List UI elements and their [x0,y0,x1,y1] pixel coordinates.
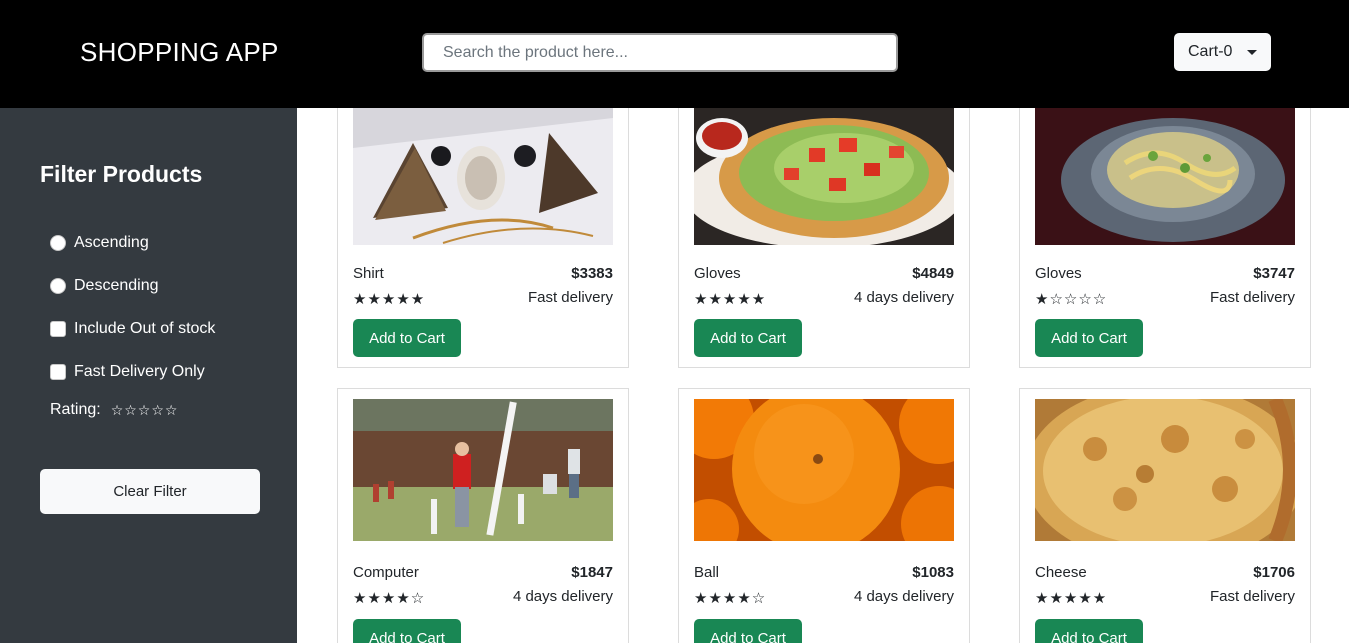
add-to-cart-button[interactable]: Add to Cart [353,319,461,357]
product-card: Cheese $1706 ★★★★★ Fast delivery Add to … [1019,388,1311,643]
rating-filter: Rating: ☆☆☆☆☆ [50,401,178,419]
fast-delivery-option[interactable]: Fast Delivery Only [50,363,205,381]
out-of-stock-checkbox[interactable] [50,321,66,337]
product-image [1035,399,1295,541]
product-price: $3383 [571,265,613,282]
product-image [694,108,954,245]
ascending-label: Ascending [74,234,149,251]
product-name: Computer [353,564,419,581]
descending-label: Descending [74,277,159,294]
product-card: Gloves $4849 ★★★★★ 4 days delivery Add t… [678,108,970,368]
add-to-cart-button[interactable]: Add to Cart [1035,319,1143,357]
add-to-cart-button[interactable]: Add to Cart [1035,619,1143,643]
sort-ascending-option[interactable]: Ascending [50,234,149,252]
product-rating-stars: ★☆☆☆☆ [1035,291,1108,308]
filter-sidebar: Filter Products Ascending Descending Inc… [0,108,297,643]
product-image [353,399,613,541]
product-delivery: 4 days delivery [512,588,613,605]
product-rating-stars: ★★★★★ [353,291,426,308]
sort-descending-option[interactable]: Descending [50,277,159,295]
product-card: Gloves $3747 ★☆☆☆☆ Fast delivery Add to … [1019,108,1311,368]
product-delivery: 4 days delivery [853,588,954,605]
search-input[interactable] [422,33,898,72]
fast-delivery-label: Fast Delivery Only [74,363,205,380]
clear-filter-button[interactable]: Clear Filter [40,469,260,514]
product-rating-stars: ★★★★☆ [353,590,426,607]
rating-stars-input[interactable]: ☆☆☆☆☆ [111,402,179,419]
cart-label: Cart-0 [1188,43,1233,60]
product-card: Shirt $3383 ★★★★★ Fast delivery Add to C… [337,108,629,368]
product-price: $1847 [571,564,613,581]
add-to-cart-button[interactable]: Add to Cart [694,319,802,357]
product-delivery: Fast delivery [527,289,613,306]
filter-title: Filter Products [40,161,203,187]
product-name: Cheese [1035,564,1087,581]
out-of-stock-option[interactable]: Include Out of stock [50,320,215,338]
out-of-stock-label: Include Out of stock [74,320,216,337]
product-price: $1083 [912,564,954,581]
product-price: $4849 [912,265,954,282]
product-name: Ball [694,564,720,581]
fast-delivery-checkbox[interactable] [50,364,66,380]
product-rating-stars: ★★★★☆ [694,590,767,607]
add-to-cart-button[interactable]: Add to Cart [694,619,802,643]
product-name: Shirt [353,265,384,282]
product-image [353,108,613,245]
chevron-down-icon [1247,50,1257,55]
product-image [1035,108,1295,245]
add-to-cart-button[interactable]: Add to Cart [353,619,461,643]
product-delivery: 4 days delivery [853,289,954,306]
product-image [694,399,954,541]
product-rating-stars: ★★★★★ [1035,590,1108,607]
product-delivery: Fast delivery [1209,588,1295,605]
rating-label: Rating: [50,401,101,418]
product-name: Gloves [1035,265,1082,282]
product-delivery: Fast delivery [1209,289,1295,306]
product-rating-stars: ★★★★★ [694,291,767,308]
product-card: Ball $1083 ★★★★☆ 4 days delivery Add to … [678,388,970,643]
descending-radio[interactable] [50,278,66,294]
ascending-radio[interactable] [50,235,66,251]
app-title[interactable]: SHOPPING APP [80,37,279,68]
product-card: Computer $1847 ★★★★☆ 4 days delivery Add… [337,388,629,643]
product-name: Gloves [694,265,741,282]
navbar: SHOPPING APP Cart-0 [0,0,1349,108]
product-price: $1706 [1253,564,1295,581]
product-price: $3747 [1253,265,1295,282]
cart-dropdown-button[interactable]: Cart-0 [1174,33,1271,71]
